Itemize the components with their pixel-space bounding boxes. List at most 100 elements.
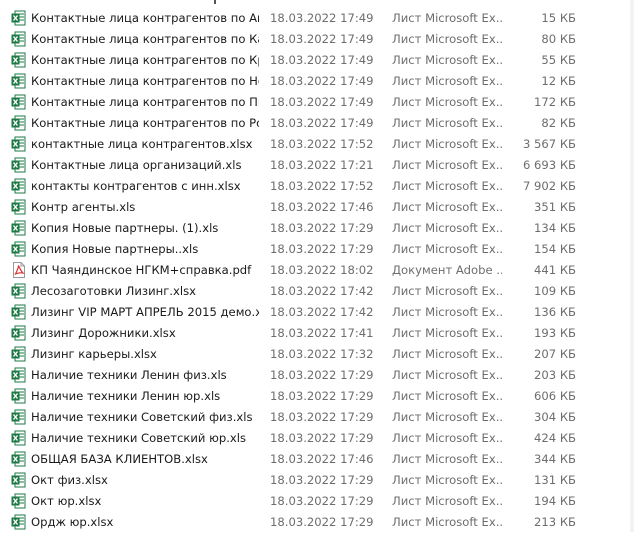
file-row[interactable]: КП Чаяндинское НГКМ+справка.pdf 18.03.202… [0, 260, 634, 281]
file-name: Наличие техники Ленин юр.xls [31, 389, 221, 403]
partially-hidden-row [0, 0, 634, 8]
file-name: Контр агенты.xls [31, 200, 136, 214]
file-date-modified: 18.03.2022 17:29 [270, 221, 374, 235]
file-row[interactable]: Контактные лица контрагентов по Рост... 1… [0, 113, 634, 134]
file-row[interactable]: Контактные лица контрагентов по Нов... 18… [0, 71, 634, 92]
file-name: Контактные лица организаций.xls [31, 158, 242, 172]
file-name: Ордж юр.xlsx [31, 515, 114, 529]
file-size: 606 КБ [534, 389, 576, 403]
excel-file-icon [11, 283, 26, 299]
file-size: 82 КБ [541, 116, 576, 130]
file-date-modified: 18.03.2022 17:29 [270, 410, 374, 424]
file-size: 136 КБ [534, 305, 576, 319]
file-row[interactable]: Наличие техники Ленин юр.xls 18.03.2022 1… [0, 386, 634, 407]
file-row[interactable]: Контр агенты.xls 18.03.2022 17:46 Лист Mic… [0, 197, 634, 218]
file-row[interactable]: Контактные лица контрагентов по Пит... 18… [0, 92, 634, 113]
file-name: Контактные лица контрагентов по Каза... [31, 32, 259, 46]
file-size: 207 КБ [534, 347, 576, 361]
file-size: 154 КБ [534, 242, 576, 256]
file-name: Копия Новые партнеры. (1).xls [31, 221, 219, 235]
file-row[interactable]: Лесозаготовки Лизинг.xlsx 18.03.2022 17:4… [0, 281, 634, 302]
file-date-modified: 18.03.2022 17:29 [270, 473, 374, 487]
file-row[interactable]: контактные лица контрагентов.xlsx 18.03.2… [0, 134, 634, 155]
file-row[interactable]: Наличие техники Советский физ.xls 18.03.2… [0, 407, 634, 428]
file-date-modified: 18.03.2022 17:41 [270, 326, 374, 340]
excel-file-icon [11, 157, 26, 173]
file-row[interactable]: Лизинг VIP МАРТ АПРЕЛЬ 2015 демо.xls 18.0… [0, 302, 634, 323]
file-row[interactable]: Лизинг карьеры.xlsx 18.03.2022 17:32 Лист … [0, 344, 634, 365]
file-size: 424 КБ [534, 431, 576, 445]
file-size: 109 КБ [534, 284, 576, 298]
excel-file-icon [11, 73, 26, 89]
file-row[interactable]: Окт физ.xlsx 18.03.2022 17:29 Лист Microso… [0, 470, 634, 491]
file-row[interactable]: Ордж юр.xlsx 18.03.2022 17:29 Лист Microso… [0, 512, 634, 533]
file-name: Окт физ.xlsx [31, 473, 108, 487]
excel-file-icon [11, 115, 26, 131]
excel-file-icon [11, 220, 26, 236]
file-date-modified: 18.03.2022 17:29 [270, 515, 374, 529]
file-row[interactable]: Наличие техники Ленин физ.xls 18.03.2022 … [0, 365, 634, 386]
excel-file-icon [11, 241, 26, 257]
file-row[interactable]: Окт юр.xlsx 18.03.2022 17:29 Лист Microsof… [0, 491, 634, 512]
file-name: Лизинг VIP МАРТ АПРЕЛЬ 2015 демо.xls [31, 305, 259, 319]
file-size: 344 КБ [534, 452, 576, 466]
file-name: Окт юр.xlsx [31, 494, 102, 508]
file-size: 172 КБ [534, 95, 576, 109]
file-name: Лизинг карьеры.xlsx [31, 347, 157, 361]
file-row[interactable]: Контактные лица контрагентов по Каза... 1… [0, 29, 634, 50]
file-size: 7 902 КБ [522, 179, 576, 193]
file-size: 203 КБ [534, 368, 576, 382]
file-name: Лизинг Дорожники.xlsx [31, 326, 176, 340]
file-size: 351 КБ [534, 200, 576, 214]
file-name: контакты контрагентов с инн.xlsx [31, 179, 241, 193]
file-name: ОБЩАЯ БАЗА КЛИЕНТОВ.xlsx [31, 452, 208, 466]
excel-file-icon [11, 52, 26, 68]
file-name: КП Чаяндинское НГКМ+справка.pdf [31, 263, 252, 277]
file-name: Контактные лица контрагентов по Ана... [31, 11, 259, 25]
file-date-modified: 18.03.2022 17:49 [270, 95, 374, 109]
file-row[interactable]: Контактные лица организаций.xls 18.03.202… [0, 155, 634, 176]
file-name: контактные лица контрагентов.xlsx [31, 137, 253, 151]
file-size: 80 КБ [541, 32, 576, 46]
excel-file-icon [11, 94, 26, 110]
file-name: Копия Новые партнеры..xls [31, 242, 199, 256]
file-size: 134 КБ [534, 221, 576, 235]
file-date-modified: 18.03.2022 17:29 [270, 431, 374, 445]
file-date-modified: 18.03.2022 17:46 [270, 452, 374, 466]
excel-file-icon [11, 346, 26, 362]
file-date-modified: 18.03.2022 17:49 [270, 32, 374, 46]
file-date-modified: 18.03.2022 17:29 [270, 494, 374, 508]
file-size: 194 КБ [534, 494, 576, 508]
file-date-modified: 18.03.2022 17:32 [270, 347, 374, 361]
excel-file-icon [11, 325, 26, 341]
excel-file-icon [11, 31, 26, 47]
excel-file-icon [11, 304, 26, 320]
file-name: Контактные лица контрагентов по Нов... [31, 74, 259, 88]
scrollbar[interactable] [630, 0, 634, 532]
file-date-modified: 18.03.2022 17:46 [270, 200, 374, 214]
excel-file-icon [11, 367, 26, 383]
file-list: Контактные лица контрагентов по Ана... 18… [0, 0, 634, 532]
excel-file-icon [11, 10, 26, 26]
file-row[interactable]: Копия Новые партнеры..xls 18.03.2022 17:2… [0, 239, 634, 260]
pdf-file-icon [11, 262, 26, 278]
file-size: 213 КБ [534, 515, 576, 529]
file-date-modified: 18.03.2022 17:52 [270, 137, 374, 151]
file-name: Наличие техники Ленин физ.xls [31, 368, 227, 382]
file-row[interactable]: Наличие техники Советский юр.xls 18.03.20… [0, 428, 634, 449]
file-size: 304 КБ [534, 410, 576, 424]
file-name: Контактные лица контрагентов по Пит... [31, 95, 259, 109]
file-row[interactable]: Контактные лица контрагентов по Кра... 18… [0, 50, 634, 71]
file-date-modified: 18.03.2022 17:42 [270, 284, 374, 298]
file-date-modified: 18.03.2022 17:21 [270, 158, 374, 172]
file-row[interactable]: Лизинг Дорожники.xlsx 18.03.2022 17:41 Лис… [0, 323, 634, 344]
file-row[interactable]: ОБЩАЯ БАЗА КЛИЕНТОВ.xlsx 18.03.2022 17:46… [0, 449, 634, 470]
file-date-modified: 18.03.2022 17:29 [270, 368, 374, 382]
file-name: Лесозаготовки Лизинг.xlsx [31, 284, 196, 298]
file-date-modified: 18.03.2022 17:42 [270, 305, 374, 319]
file-row[interactable]: контакты контрагентов с инн.xlsx 18.03.20… [0, 176, 634, 197]
excel-file-icon [11, 493, 26, 509]
excel-file-icon [11, 388, 26, 404]
file-row[interactable]: Контактные лица контрагентов по Ана... 18… [0, 8, 634, 29]
file-row[interactable]: Копия Новые партнеры. (1).xls 18.03.2022 … [0, 218, 634, 239]
